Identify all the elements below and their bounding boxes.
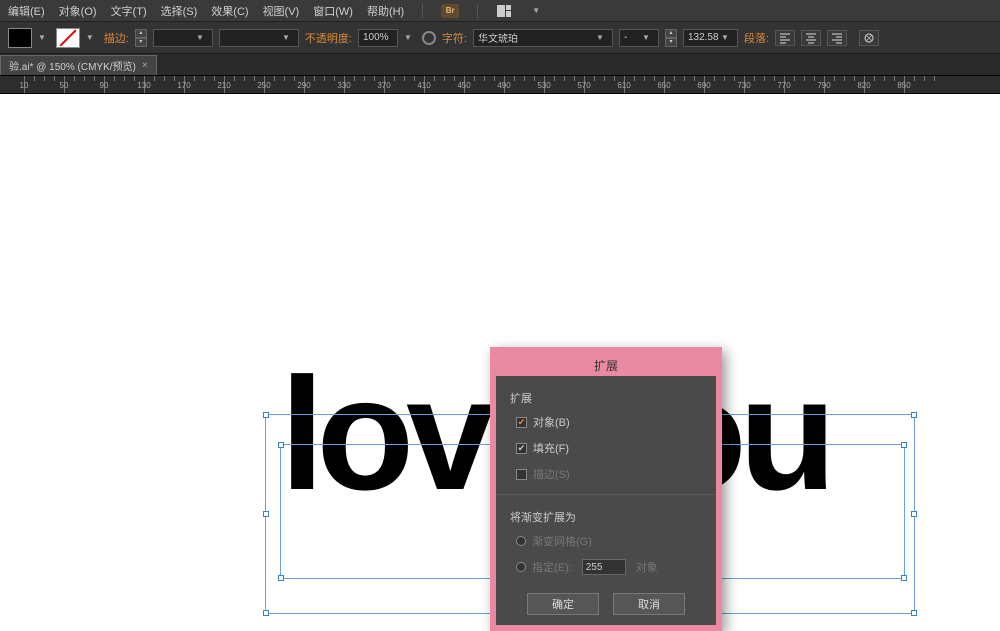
stroke-stepper[interactable]: ▴▾ — [135, 29, 147, 47]
specify-count-input[interactable] — [582, 559, 626, 575]
cancel-button[interactable]: 取消 — [613, 593, 685, 615]
font-size-stepper[interactable]: ▴▾ — [665, 29, 677, 47]
arrange-documents-icon[interactable] — [496, 4, 518, 18]
menu-view[interactable]: 视图(V) — [263, 3, 300, 19]
recolor-icon[interactable] — [422, 31, 436, 45]
align-left-button[interactable] — [775, 30, 795, 46]
radio-gradient-mesh — [516, 536, 526, 546]
handle-top-right[interactable] — [901, 442, 907, 448]
horizontal-ruler: 1050901301702102502903303704104504905305… — [0, 76, 1000, 94]
menu-edit[interactable]: 编辑(E) — [8, 3, 45, 19]
radio-specify — [516, 562, 526, 572]
ok-button[interactable]: 确定 — [527, 593, 599, 615]
divider — [496, 494, 716, 495]
bridge-icon[interactable]: Br — [441, 4, 459, 18]
font-size-combo[interactable]: 132.58▼ — [683, 29, 738, 47]
dropdown-arrow-icon[interactable]: ▼ — [404, 33, 412, 42]
section-gradient-label: 将渐变扩展为 — [510, 509, 702, 525]
dropdown-arrow-icon[interactable]: ▼ — [38, 33, 46, 42]
handle-top-left[interactable] — [263, 412, 269, 418]
dialog-title: 扩展 — [496, 353, 716, 376]
opacity-label: 不透明度: — [305, 30, 352, 46]
checkbox-stroke — [516, 469, 527, 480]
menu-window[interactable]: 窗口(W) — [313, 3, 353, 19]
align-right-button[interactable] — [827, 30, 847, 46]
fill-swatch[interactable] — [8, 28, 32, 48]
font-family-combo[interactable]: 华文琥珀▼ — [473, 29, 613, 47]
dialog-body: 扩展 ✔ 对象(B) ✔ 填充(F) 描边(S) 将渐变扩展为 渐变网格(G) — [496, 376, 716, 625]
handle-right[interactable] — [911, 511, 917, 517]
dropdown-arrow-icon[interactable]: ▼ — [86, 33, 94, 42]
stroke-swatch[interactable] — [56, 28, 80, 48]
section-expand-label: 扩展 — [510, 390, 702, 406]
character-label: 字符: — [442, 30, 467, 46]
checkbox-object-label: 对象(B) — [533, 414, 570, 430]
handle-bottom-right[interactable] — [901, 575, 907, 581]
divider — [422, 4, 423, 18]
document-tab[interactable]: 验.ai* @ 150% (CMYK/预览) × — [0, 55, 157, 75]
handle-top-right[interactable] — [911, 412, 917, 418]
opacity-combo[interactable]: 100% — [358, 29, 398, 47]
handle-left[interactable] — [263, 511, 269, 517]
canvas[interactable]: loveyou 扩展 扩展 ✔ 对象(B) ✔ 填充(F) — [0, 94, 1000, 611]
expand-dialog: 扩展 扩展 ✔ 对象(B) ✔ 填充(F) 描边(S) 将渐变扩展为 渐变网格(… — [490, 347, 722, 631]
brush-combo[interactable]: ▼ — [219, 29, 299, 47]
radio-gradient-mesh-label: 渐变网格(G) — [532, 533, 592, 549]
stroke-label: 描边: — [104, 30, 129, 46]
checkbox-fill[interactable]: ✔ — [516, 443, 527, 454]
checkbox-fill-label: 填充(F) — [533, 440, 569, 456]
checkbox-object[interactable]: ✔ — [516, 417, 527, 428]
dropdown-arrow-icon[interactable]: ▼ — [532, 6, 540, 15]
stroke-weight-combo[interactable]: ▼ — [153, 29, 213, 47]
checkbox-stroke-label: 描边(S) — [533, 466, 570, 482]
menu-object[interactable]: 对象(O) — [59, 3, 97, 19]
close-icon[interactable]: × — [142, 60, 148, 71]
radio-specify-label: 指定(E): — [532, 559, 572, 575]
options-bar: ▼ ▼ 描边: ▴▾ ▼ ▼ 不透明度: 100% ▼ 字符: 华文琥珀▼ -▼… — [0, 22, 1000, 54]
font-weight-combo[interactable]: -▼ — [619, 29, 659, 47]
menu-type[interactable]: 文字(T) — [111, 3, 147, 19]
specify-suffix-label: 对象 — [636, 559, 658, 575]
menu-bar: 编辑(E) 对象(O) 文字(T) 选择(S) 效果(C) 视图(V) 窗口(W… — [0, 0, 1000, 22]
paragraph-label: 段落: — [744, 30, 769, 46]
menu-effect[interactable]: 效果(C) — [211, 3, 248, 19]
tab-bar: 验.ai* @ 150% (CMYK/预览) × — [0, 54, 1000, 76]
align-panel-button[interactable] — [859, 30, 879, 46]
divider — [477, 4, 478, 18]
tab-title: 验.ai* @ 150% (CMYK/预览) — [9, 58, 136, 73]
menu-select[interactable]: 选择(S) — [161, 3, 198, 19]
handle-bottom-left[interactable] — [278, 575, 284, 581]
menu-help[interactable]: 帮助(H) — [367, 3, 404, 19]
align-center-button[interactable] — [801, 30, 821, 46]
